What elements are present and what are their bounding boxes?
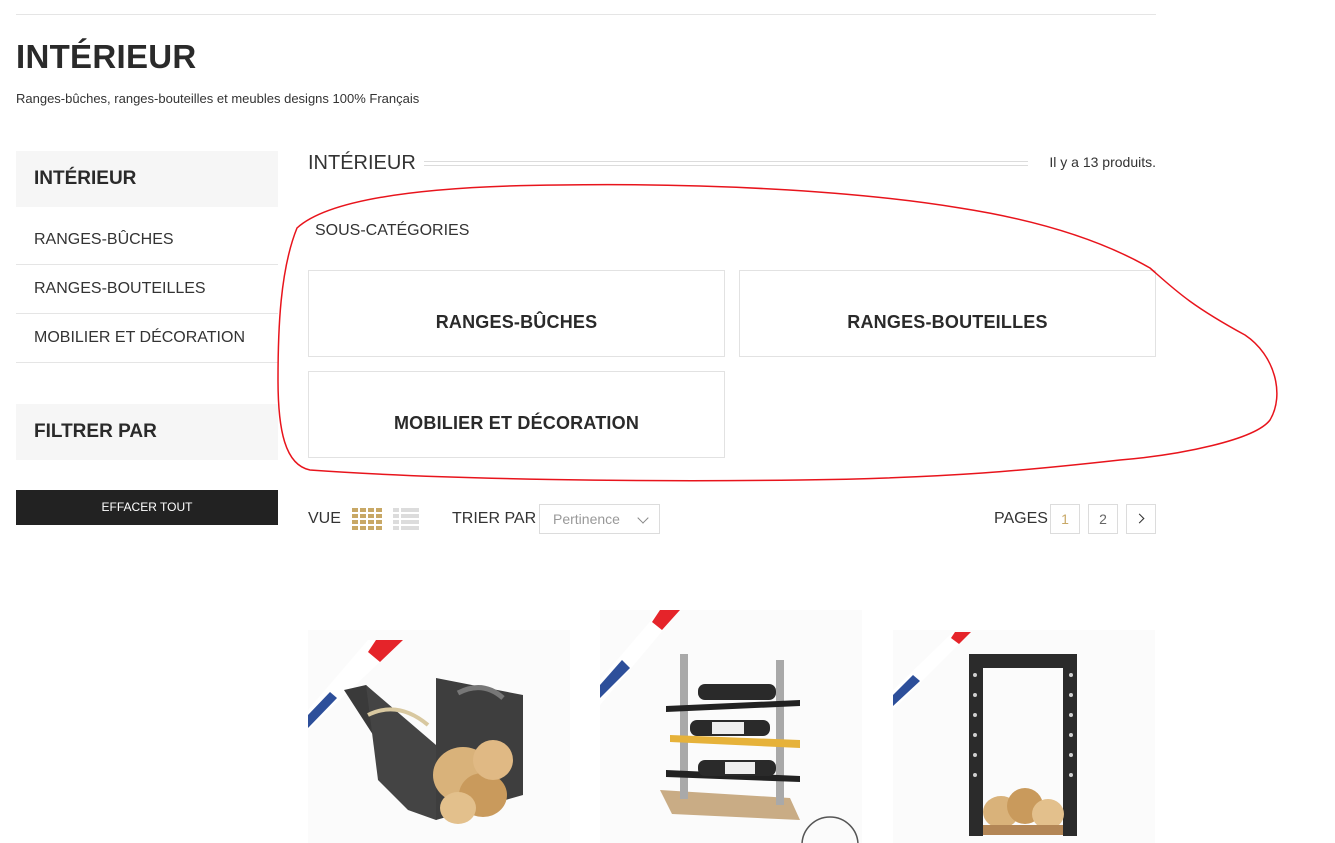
wine-bottle-rack-image (600, 610, 862, 843)
view-label: VUE (308, 510, 341, 527)
pages-label: PAGES (994, 510, 1048, 527)
subcategories-heading: SOUS-CATÉGORIES (315, 222, 470, 239)
subcategory-card-ranges-bouteilles[interactable]: RANGES-BOUTEILLES (739, 270, 1156, 357)
sidebar-item-label: RANGES-BÛCHES (34, 231, 174, 248)
sidebar-item-ranges-buches[interactable]: RANGES-BÛCHES (16, 216, 278, 265)
grid-view-icon[interactable] (352, 508, 382, 530)
subcategory-label: MOBILIER ET DÉCORATION (393, 413, 640, 433)
sidebar-item-label: MOBILIER ET DÉCORATION (34, 329, 245, 346)
page-2-button[interactable]: 2 (1088, 504, 1118, 534)
sort-select[interactable]: Pertinence (539, 504, 660, 534)
subcategory-label: RANGES-BÛCHES (435, 312, 598, 332)
filter-title: FILTRER PAR (34, 421, 157, 442)
product-card-1[interactable] (308, 580, 570, 843)
sidebar-item-ranges-bouteilles[interactable]: RANGES-BOUTEILLES (16, 265, 278, 314)
product-card-3[interactable] (893, 580, 1155, 843)
sidebar-category-title: INTÉRIEUR (34, 168, 137, 189)
page-1-button[interactable]: 1 (1050, 504, 1080, 534)
page-subtitle: Ranges-bûches, ranges-bouteilles et meub… (16, 91, 420, 106)
chevron-right-icon (1134, 513, 1145, 524)
sidebar-item-label: RANGES-BOUTEILLES (34, 280, 206, 297)
page-title: INTÉRIEUR (16, 38, 197, 75)
top-divider (16, 14, 1156, 15)
log-rack-basket-image (308, 630, 570, 843)
sidebar-item-mobilier-decoration[interactable]: MOBILIER ET DÉCORATION (16, 314, 278, 363)
subcategory-label: RANGES-BOUTEILLES (847, 312, 1048, 332)
clear-all-button[interactable]: EFFACER TOUT (16, 490, 278, 525)
sidebar-category-header: INTÉRIEUR (16, 151, 278, 207)
filter-header: FILTRER PAR (16, 404, 278, 460)
subcategory-card-ranges-buches[interactable]: RANGES-BÛCHES (308, 270, 725, 357)
sort-select-value: Pertinence (553, 511, 620, 527)
sidebar-category-list: RANGES-BÛCHES RANGES-BOUTEILLES MOBILIER… (16, 216, 278, 363)
list-view-icon[interactable] (393, 508, 419, 530)
category-title-rule (424, 161, 1028, 166)
chevron-down-icon (637, 512, 649, 524)
category-title: INTÉRIEUR (308, 152, 416, 174)
product-card-2[interactable] (600, 580, 862, 843)
next-page-button[interactable] (1126, 504, 1156, 534)
subcategory-card-mobilier-decoration[interactable]: MOBILIER ET DÉCORATION (308, 371, 725, 458)
product-count: Il y a 13 produits. (1049, 154, 1156, 170)
tall-log-rack-image (893, 630, 1155, 843)
sort-label: TRIER PAR (452, 510, 537, 527)
